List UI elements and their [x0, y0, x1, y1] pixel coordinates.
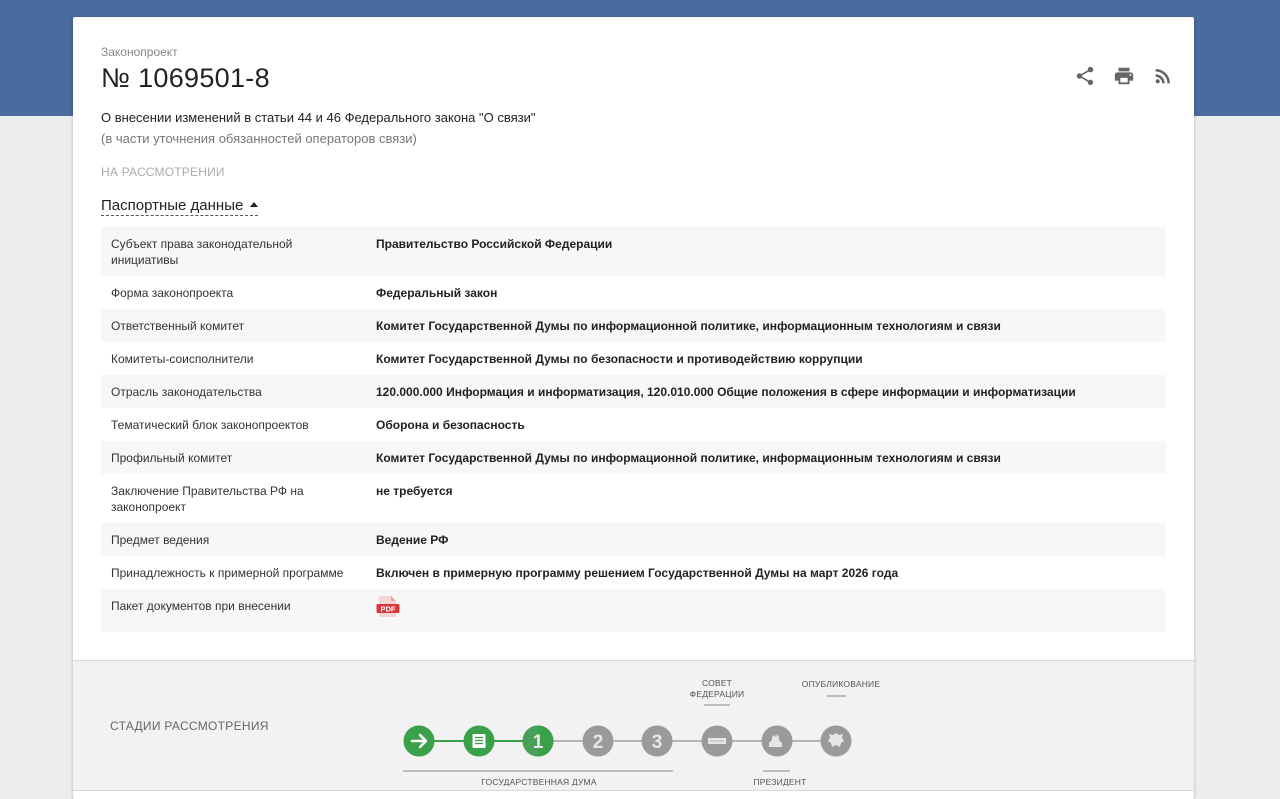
- bill-card: Законопроект № 1069501-8 О внесении изме…: [73, 17, 1194, 799]
- pdf-document-link[interactable]: PDF: [376, 595, 400, 618]
- stage-step-registration[interactable]: [463, 725, 495, 757]
- passport-row: Ответственный комитет Комитет Государств…: [101, 309, 1166, 342]
- stage-step-reading-1-number: 1: [533, 732, 544, 753]
- federation-council-icon: [708, 738, 726, 744]
- passport-row: Профильный комитет Комитет Государственн…: [101, 441, 1166, 474]
- stage-step-reading-2-number: 2: [593, 732, 604, 753]
- row-key: Профильный комитет: [111, 451, 233, 465]
- bill-title: О внесении изменений в статьи 44 и 46 Фе…: [101, 110, 536, 125]
- bill-subtitle: (в части уточнения обязанностей оператор…: [101, 131, 417, 146]
- stage-step-reading-3-number: 3: [652, 732, 663, 753]
- stage-label-publication: ОПУБЛИКОВАНИЕ: [802, 679, 881, 689]
- bill-type-label: Законопроект: [101, 45, 178, 59]
- stage-label-council-line1: СОВЕТ: [702, 678, 732, 688]
- stage-step-reading-1[interactable]: 1: [522, 725, 554, 757]
- row-key: Принадлежность к примерной программе: [111, 566, 344, 580]
- row-value: не требуется: [376, 484, 453, 498]
- stage-step-reading-2[interactable]: 2: [582, 725, 614, 757]
- row-key: Заключение Правительства РФ на законопро…: [111, 484, 304, 514]
- passport-row: Заключение Правительства РФ на законопро…: [101, 474, 1166, 523]
- stages-track: 1 2 3 СОВЕТ ФЕДЕРАЦИИ ОПУБЛИКОВАНИЕ ГОСУ…: [403, 678, 881, 786]
- stage-step-reading-3[interactable]: 3: [641, 725, 673, 757]
- row-value: Комитет Государственной Думы по информац…: [376, 319, 1001, 333]
- toolbar: [1074, 65, 1174, 87]
- row-value: Правительство Российской Федерации: [376, 237, 613, 251]
- stage-step-initiation[interactable]: [403, 725, 435, 757]
- document-icon: [472, 734, 486, 748]
- row-value: Комитет Государственной Думы по информац…: [376, 451, 1001, 465]
- row-value: Федеральный закон: [376, 286, 498, 300]
- row-value: Включен в примерную программу решением Г…: [376, 566, 899, 580]
- stage-step-publication[interactable]: [820, 725, 852, 757]
- pdf-icon-text: PDF: [381, 604, 396, 613]
- share-button[interactable]: [1074, 65, 1096, 87]
- stage-step-president[interactable]: [761, 725, 793, 757]
- passport-row: Предмет ведения Ведение РФ: [101, 523, 1166, 556]
- rss-button[interactable]: [1152, 65, 1174, 87]
- passport-row: Субъект права законодательной инициативы…: [101, 227, 1166, 276]
- passport-table: Субъект права законодательной инициативы…: [101, 227, 1166, 632]
- row-value: PDF: [366, 589, 1166, 632]
- pdf-icon: PDF: [376, 596, 400, 617]
- passport-row: Форма законопроекта Федеральный закон: [101, 276, 1166, 309]
- row-value: Оборона и безопасность: [376, 418, 525, 432]
- passport-row: Принадлежность к примерной программе Вкл…: [101, 556, 1166, 589]
- row-key: Субъект права законодательной инициативы: [111, 237, 293, 267]
- print-icon: [1114, 67, 1134, 85]
- share-icon: [1076, 66, 1094, 86]
- row-key: Пакет документов при внесении: [111, 599, 291, 613]
- stage-step-federation-council[interactable]: [701, 725, 733, 757]
- passport-row: Тематический блок законопроектов Оборона…: [101, 408, 1166, 441]
- stage-label-duma: ГОСУДАРСТВЕННАЯ ДУМА: [481, 777, 597, 786]
- passport-row: Отрасль законодательства 120.000.000 Инф…: [101, 375, 1166, 408]
- passport-toggle[interactable]: Паспортные данные: [101, 197, 259, 216]
- rss-icon: [1155, 69, 1170, 84]
- row-key: Форма законопроекта: [111, 286, 234, 300]
- row-key: Отрасль законодательства: [111, 385, 262, 399]
- print-button[interactable]: [1113, 65, 1135, 87]
- bill-header: Законопроект № 1069501-8 О внесении изме…: [101, 45, 1166, 216]
- stages-panel: СТАДИИ РАССМОТРЕНИЯ 1 2 3 СОВЕТ ФЕДЕРАЦИ…: [73, 660, 1194, 791]
- caret-up-icon: [250, 201, 259, 207]
- row-value: 120.000.000 Информация и информатизация,…: [376, 385, 1076, 399]
- row-key: Предмет ведения: [111, 533, 210, 547]
- passport-toggle-label: Паспортные данные: [101, 197, 244, 214]
- bill-number: № 1069501-8: [101, 63, 270, 93]
- row-value: Комитет Государственной Думы по безопасн…: [376, 352, 863, 366]
- row-key: Тематический блок законопроектов: [111, 418, 309, 432]
- stages-label: СТАДИИ РАССМОТРЕНИЯ: [110, 719, 269, 733]
- stage-label-president: ПРЕЗИДЕНТ: [753, 777, 806, 786]
- row-value: Ведение РФ: [376, 533, 449, 547]
- bill-status: НА РАССМОТРЕНИИ: [101, 165, 225, 179]
- passport-row: Комитеты-соисполнители Комитет Государст…: [101, 342, 1166, 375]
- row-key: Ответственный комитет: [111, 319, 245, 333]
- stage-label-council-line2: ФЕДЕРАЦИИ: [690, 689, 745, 699]
- row-key: Комитеты-соисполнители: [111, 352, 254, 366]
- passport-row: Пакет документов при внесении PDF: [101, 589, 1166, 632]
